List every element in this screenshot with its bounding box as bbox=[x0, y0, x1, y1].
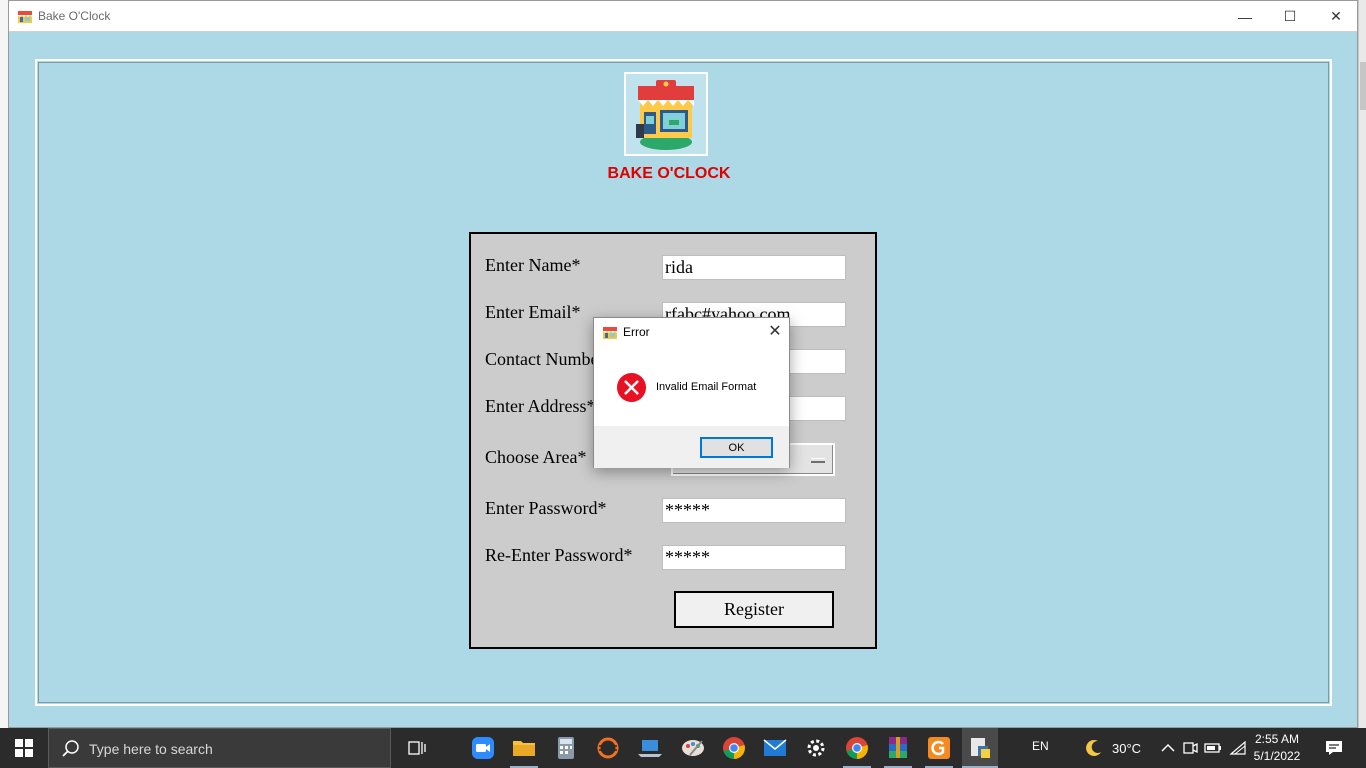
eclipse-icon[interactable] bbox=[594, 734, 622, 762]
background-window-edge bbox=[0, 0, 8, 728]
taskbar-clock[interactable]: 2:55 AM 5/1/2022 bbox=[1247, 731, 1307, 765]
name-label: Enter Name* bbox=[485, 255, 581, 275]
window-title: Bake O'Clock bbox=[38, 9, 111, 23]
dialog-footer: OK bbox=[594, 426, 789, 468]
ok-button[interactable]: OK bbox=[700, 437, 773, 458]
bakery-app-icon bbox=[603, 327, 617, 339]
chrome-icon[interactable] bbox=[720, 734, 748, 762]
error-dialog: Error ✕ Invalid Email Format OK bbox=[593, 317, 790, 468]
temperature-text[interactable]: 30°C bbox=[1112, 741, 1141, 756]
python-tk-app-icon[interactable] bbox=[962, 728, 998, 768]
error-icon bbox=[616, 372, 647, 403]
winrar-icon[interactable] bbox=[884, 734, 912, 762]
area-label: Choose Area* bbox=[485, 447, 587, 467]
editor-app-icon[interactable] bbox=[925, 734, 953, 762]
battery-icon[interactable] bbox=[1199, 734, 1227, 762]
register-button[interactable]: Register bbox=[674, 591, 834, 628]
desktop-screen: Bake O'Clock — ☐ ✕ BAKE O'CLOCK Enter Na… bbox=[0, 0, 1366, 768]
paint-app-icon[interactable] bbox=[679, 734, 707, 762]
bakery-app-icon bbox=[18, 11, 32, 23]
start-button[interactable] bbox=[0, 728, 48, 768]
zoom-icon[interactable] bbox=[469, 734, 497, 762]
laptop-app-icon[interactable] bbox=[636, 734, 664, 762]
settings-gear-icon[interactable] bbox=[802, 734, 830, 762]
email-label: Enter Email* bbox=[485, 302, 581, 322]
password-input[interactable]: ***** bbox=[662, 498, 846, 523]
clock-time: 2:55 AM bbox=[1254, 732, 1300, 746]
search-placeholder: Type here to search bbox=[89, 741, 213, 757]
calculator-icon[interactable] bbox=[552, 734, 580, 762]
mail-icon[interactable] bbox=[761, 734, 789, 762]
background-scrollbar[interactable] bbox=[1358, 0, 1366, 728]
taskbar-search-box[interactable]: Type here to search bbox=[48, 728, 391, 768]
dialog-title: Error bbox=[623, 325, 650, 339]
task-view-icon[interactable] bbox=[403, 734, 431, 762]
scrollbar-thumb[interactable] bbox=[1360, 62, 1366, 110]
bakery-shop-icon bbox=[636, 80, 694, 150]
minimize-button[interactable]: — bbox=[1222, 1, 1268, 32]
windows-logo-icon bbox=[15, 739, 33, 757]
confirm-password-label: Re-Enter Password* bbox=[485, 545, 633, 565]
dialog-close-button[interactable]: ✕ bbox=[765, 321, 785, 341]
close-button[interactable]: ✕ bbox=[1313, 1, 1359, 32]
name-input[interactable]: rida bbox=[662, 255, 846, 280]
app-window: Bake O'Clock — ☐ ✕ BAKE O'CLOCK Enter Na… bbox=[8, 0, 1358, 728]
chrome-icon[interactable] bbox=[843, 734, 871, 762]
language-indicator[interactable]: EN bbox=[1032, 739, 1049, 753]
search-icon bbox=[62, 740, 79, 757]
dropdown-indicator-icon bbox=[811, 458, 825, 463]
brand-name: BAKE O'CLOCK bbox=[607, 165, 731, 182]
brand-logo bbox=[624, 72, 708, 156]
password-label: Enter Password* bbox=[485, 498, 607, 518]
address-label: Enter Address* bbox=[485, 396, 596, 416]
taskbar: Type here to search EN 30°C 2:55 AM 5/1/… bbox=[0, 728, 1366, 768]
maximize-button[interactable]: ☐ bbox=[1267, 1, 1313, 32]
file-explorer-icon[interactable] bbox=[510, 734, 538, 762]
dialog-message: Invalid Email Format bbox=[656, 381, 757, 393]
notification-icon[interactable] bbox=[1320, 734, 1348, 762]
confirm-password-input[interactable]: ***** bbox=[662, 545, 846, 570]
title-bar[interactable]: Bake O'Clock — ☐ ✕ bbox=[9, 1, 1357, 32]
clock-date: 5/1/2022 bbox=[1253, 749, 1301, 763]
weather-moon-icon[interactable] bbox=[1080, 734, 1108, 762]
